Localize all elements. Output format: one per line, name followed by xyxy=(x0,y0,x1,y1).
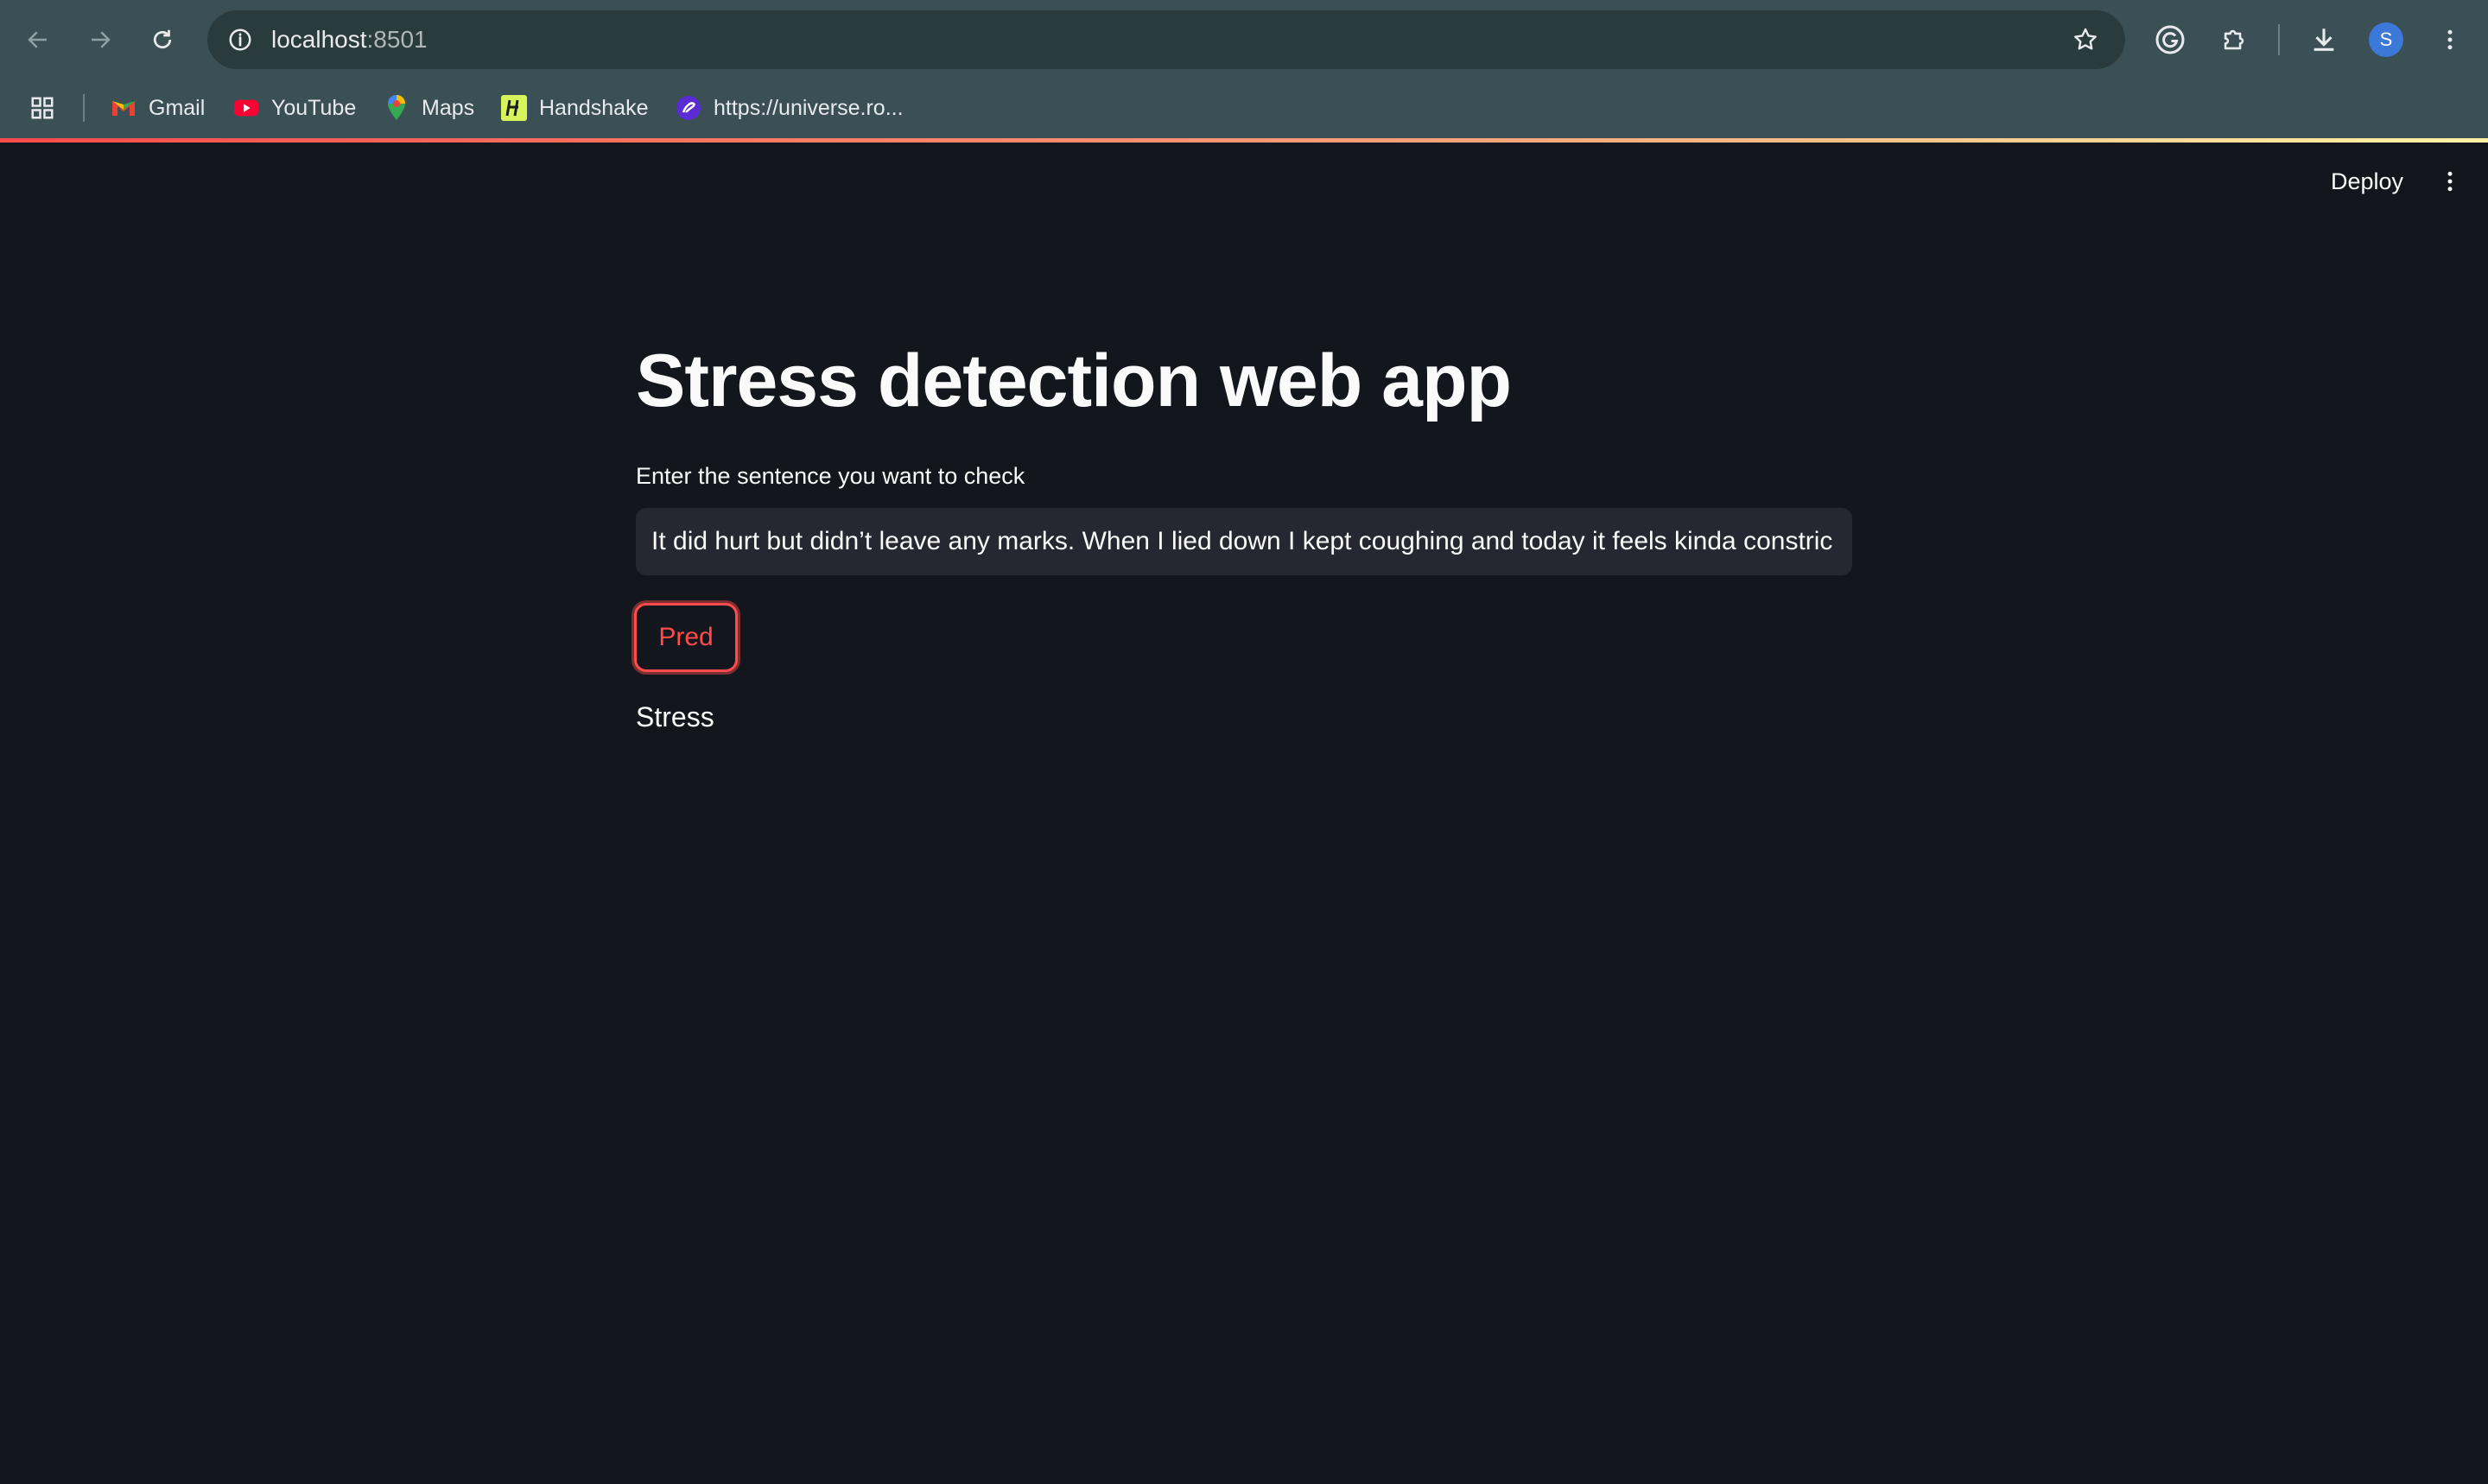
youtube-icon xyxy=(233,95,259,121)
bookmark-label: https://universe.ro... xyxy=(714,95,904,120)
reload-icon xyxy=(153,29,172,49)
bookmark-star-icon[interactable] xyxy=(2068,22,2103,57)
bookmark-youtube[interactable]: YouTube xyxy=(233,83,356,133)
maps-icon xyxy=(384,95,409,121)
input-label: Enter the sentence you want to check xyxy=(636,463,1025,489)
url-port: :8501 xyxy=(366,26,428,53)
downloads-icon[interactable] xyxy=(2303,19,2345,60)
apps-grid-icon xyxy=(31,97,54,119)
deploy-button[interactable]: Deploy xyxy=(2315,162,2419,200)
apps-grid-button[interactable] xyxy=(29,83,55,133)
prediction-result: Stress xyxy=(636,701,714,732)
reload-button[interactable] xyxy=(142,19,183,60)
sentence-input[interactable] xyxy=(636,508,1852,575)
url-host: localhost xyxy=(271,26,367,53)
gmail-icon xyxy=(111,95,136,121)
universe-icon xyxy=(676,95,701,121)
bookmarks-divider xyxy=(83,94,85,122)
avatar-initial: S xyxy=(2369,22,2403,57)
app-menu-icon[interactable] xyxy=(2433,164,2467,199)
address-bar[interactable]: localhost:8501 xyxy=(207,10,2125,69)
bookmark-gmail[interactable]: Gmail xyxy=(111,83,205,133)
forward-arrow-icon xyxy=(92,31,111,48)
bookmark-label: Gmail xyxy=(149,95,206,120)
bookmark-label: Handshake xyxy=(539,95,649,120)
grammarly-extension-icon[interactable] xyxy=(2149,19,2191,60)
extensions-puzzle-icon[interactable] xyxy=(2213,19,2255,60)
toolbar-divider xyxy=(2278,24,2280,55)
handshake-icon xyxy=(501,95,527,121)
browser-chrome: localhost:8501 S Gmail YouTube Maps Hand… xyxy=(0,0,2488,140)
pred-button[interactable]: Pred xyxy=(634,603,738,672)
forward-button[interactable] xyxy=(79,19,121,60)
back-button[interactable] xyxy=(17,19,59,60)
bookmark-universe[interactable]: https://universe.ro... xyxy=(676,83,904,133)
bookmarks-bar: Gmail YouTube Maps Handshake https://uni… xyxy=(0,83,2488,133)
url-text[interactable]: localhost:8501 xyxy=(271,10,428,69)
bookmark-handshake[interactable]: Handshake xyxy=(501,83,648,133)
bookmark-label: YouTube xyxy=(271,95,357,120)
page-title: Stress detection web app xyxy=(636,339,1512,422)
site-info-icon[interactable] xyxy=(223,22,257,57)
bookmark-maps[interactable]: Maps xyxy=(384,83,474,133)
profile-avatar[interactable]: S xyxy=(2365,19,2407,60)
app-header-decoration xyxy=(0,138,2488,143)
back-arrow-icon xyxy=(28,31,47,48)
bookmark-label: Maps xyxy=(422,95,475,120)
browser-menu-icon[interactable] xyxy=(2429,19,2471,60)
